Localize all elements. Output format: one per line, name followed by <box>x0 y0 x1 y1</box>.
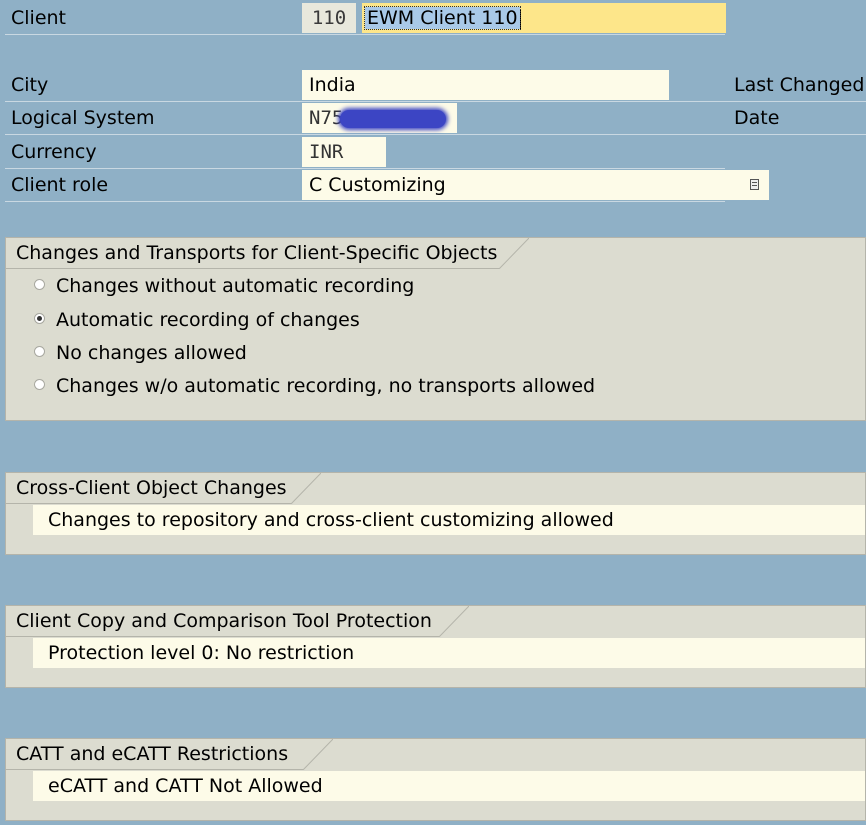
radio-label: No changes allowed <box>56 342 247 364</box>
currency-label: Currency <box>11 141 97 163</box>
client-number-field: 110 <box>302 3 356 33</box>
date-label: Date <box>734 107 780 129</box>
client-name-field[interactable]: EWM Client 110 <box>362 3 726 33</box>
client-name-text: EWM Client 110 <box>364 6 521 30</box>
divider <box>5 101 866 102</box>
currency-field[interactable]: INR <box>302 137 386 167</box>
group-title-border <box>6 769 303 770</box>
radio-button-icon[interactable] <box>34 379 45 390</box>
group-title-border <box>6 268 499 269</box>
city-label: City <box>11 74 49 96</box>
tab-edge <box>303 739 333 770</box>
divider <box>5 34 725 35</box>
group-title: Client Copy and Comparison Tool Protecti… <box>6 606 439 637</box>
text-cursor <box>519 8 521 29</box>
group-title-border <box>6 503 291 504</box>
catt-group: CATT and eCATT Restrictions eCATT and CA… <box>5 738 866 821</box>
group-title-border <box>6 636 439 637</box>
catt-dropdown[interactable]: eCATT and CATT Not Allowed <box>33 771 865 801</box>
changes-transports-group: Changes and Transports for Client-Specif… <box>5 237 866 421</box>
client-role-value: C Customizing <box>309 174 446 196</box>
cross-client-group: Cross-Client Object Changes Changes to r… <box>5 472 866 555</box>
radio-button-icon[interactable] <box>34 279 45 290</box>
logical-system-value: N75 <box>309 107 344 129</box>
radio-button-icon[interactable] <box>34 313 45 324</box>
logical-system-label: Logical System <box>11 107 155 129</box>
client-label: Client <box>11 7 67 29</box>
radio-button-icon[interactable] <box>34 346 45 357</box>
divider <box>5 201 725 202</box>
client-role-dropdown[interactable]: C Customizing <box>302 170 769 200</box>
last-changed-label: Last Changed <box>734 74 865 96</box>
tab-edge <box>499 238 529 269</box>
group-title: Changes and Transports for Client-Specif… <box>6 238 499 269</box>
copy-protection-group: Client Copy and Comparison Tool Protecti… <box>5 605 866 688</box>
cross-client-dropdown[interactable]: Changes to repository and cross-client c… <box>33 505 865 535</box>
value-help-icon[interactable] <box>750 179 759 190</box>
redaction-mark <box>340 110 446 128</box>
copy-protection-dropdown[interactable]: Protection level 0: No restriction <box>33 638 865 668</box>
tab-edge <box>291 473 321 504</box>
group-title: Cross-Client Object Changes <box>6 473 291 504</box>
radio-label: Automatic recording of changes <box>56 309 360 331</box>
tab-edge <box>439 606 469 637</box>
group-title: CATT and eCATT Restrictions <box>6 739 303 770</box>
divider <box>5 134 866 135</box>
radio-label: Changes without automatic recording <box>56 275 415 297</box>
divider <box>5 168 725 169</box>
radio-label: Changes w/o automatic recording, no tran… <box>56 375 596 397</box>
client-role-label: Client role <box>11 174 109 196</box>
city-field[interactable]: India <box>302 70 669 100</box>
